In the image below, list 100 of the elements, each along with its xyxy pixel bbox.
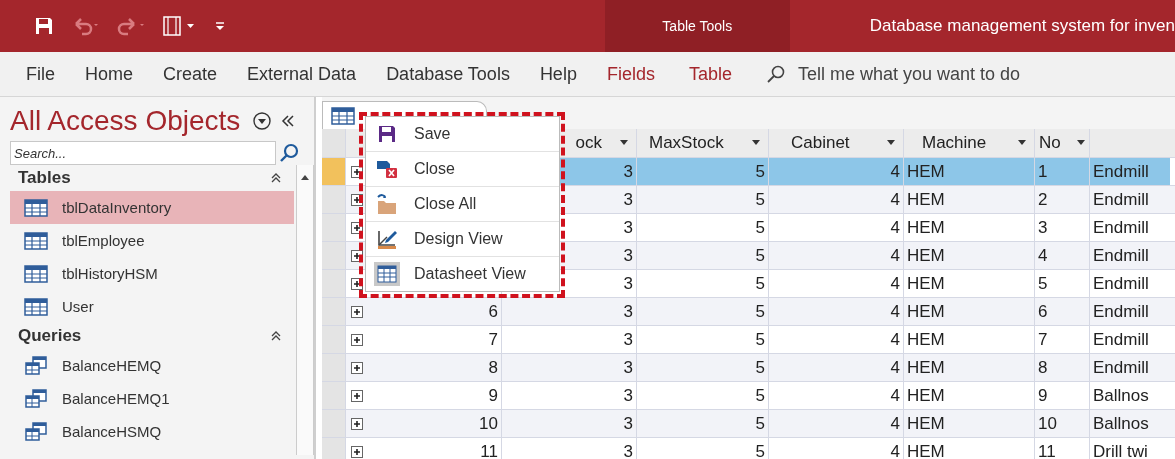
collapse-icon[interactable] xyxy=(270,172,282,184)
table-cell: 3 xyxy=(623,357,633,378)
expand-button[interactable] xyxy=(351,277,363,290)
expand-button[interactable] xyxy=(351,333,363,346)
nav-item[interactable]: User xyxy=(10,290,294,323)
column-header[interactable]: MaxStock xyxy=(637,129,769,157)
expand-button[interactable] xyxy=(351,445,363,458)
scrollbar[interactable] xyxy=(296,165,314,455)
expand-button[interactable] xyxy=(351,165,363,178)
group-header[interactable]: Queries xyxy=(18,326,82,346)
table-cell: 5 xyxy=(755,273,765,294)
table-cell: 5 xyxy=(755,301,765,322)
ribbon-tab[interactable]: Table xyxy=(688,63,732,85)
save-icon[interactable] xyxy=(34,16,54,36)
table-cell: Endmill xyxy=(1093,217,1149,238)
table-cell: 8 xyxy=(1038,357,1048,378)
ribbon-tab[interactable]: Create xyxy=(163,63,218,85)
ribbon-tab[interactable]: Database Tools xyxy=(386,63,510,85)
table-icon xyxy=(24,231,48,250)
table-cell: Ballnos xyxy=(1093,413,1149,434)
expand-button[interactable] xyxy=(351,193,363,206)
table-cell: HEM xyxy=(907,357,945,378)
tell-me-field[interactable]: Tell me what you want to do xyxy=(795,62,1100,86)
table-icon xyxy=(24,297,48,316)
filter-arrow-icon[interactable] xyxy=(1077,140,1085,146)
table-icon xyxy=(24,198,48,217)
ribbon-tab[interactable]: Home xyxy=(85,63,134,85)
menu-item[interactable]: Close xyxy=(366,152,559,187)
table-row[interactable]: 9 3 5 4 HEM 9 Ballnos xyxy=(322,382,1175,410)
expand-button[interactable] xyxy=(351,417,363,430)
table-cell: 3 xyxy=(623,161,633,182)
scroll-up-icon[interactable] xyxy=(300,173,310,181)
nav-item[interactable]: BalanceHSMQ xyxy=(10,415,294,448)
expand-button[interactable] xyxy=(351,361,363,374)
ribbon-tab[interactable]: File xyxy=(26,63,55,85)
expand-button[interactable] xyxy=(351,389,363,402)
expand-button[interactable] xyxy=(351,221,363,234)
nav-item[interactable]: tblEmployee xyxy=(10,224,294,257)
filter-arrow-icon[interactable] xyxy=(887,140,895,146)
table-cell: 4 xyxy=(890,385,900,406)
table-cell: Endmill xyxy=(1093,329,1149,350)
folder-icon xyxy=(376,193,398,215)
nav-item[interactable]: tblHistoryHSM xyxy=(10,257,294,290)
table-cell: Endmill xyxy=(1093,161,1149,182)
save-icon xyxy=(377,124,397,144)
table-cell: 3 xyxy=(1038,217,1048,238)
column-header[interactable]: Cabinet xyxy=(769,129,904,157)
table-cell: HEM xyxy=(907,273,945,294)
table-row[interactable]: 7 3 5 4 HEM 7 Endmill xyxy=(322,326,1175,354)
collapse-icon[interactable] xyxy=(270,330,282,342)
table-cell: 2 xyxy=(1038,189,1048,210)
search-icon xyxy=(278,142,300,164)
search-field[interactable]: Search... xyxy=(10,141,276,165)
filter-arrow-icon[interactable] xyxy=(620,140,628,146)
table-icon xyxy=(331,106,355,125)
expand-button[interactable] xyxy=(351,249,363,262)
table-cell: 5 xyxy=(755,189,765,210)
window-title: Database management system for inven xyxy=(869,16,1175,36)
table-cell: 11 xyxy=(480,441,498,459)
table-cell: 3 xyxy=(623,245,633,266)
table-cell: HEM xyxy=(907,217,945,238)
dropdown-icon[interactable] xyxy=(252,111,273,131)
search-icon[interactable] xyxy=(765,64,786,84)
context-tab-label: Table Tools xyxy=(604,0,790,52)
table-cell: HEM xyxy=(907,301,945,322)
table-cell: 4 xyxy=(890,357,900,378)
query-icon xyxy=(24,421,48,442)
ribbon-tab[interactable]: External Data xyxy=(247,63,357,85)
expand-button[interactable] xyxy=(351,305,363,318)
query-icon xyxy=(24,388,48,409)
table-cell: 3 xyxy=(623,273,633,294)
table-cell: 5 xyxy=(755,329,765,350)
table-row[interactable]: 10 3 5 4 HEM 10 Ballnos xyxy=(322,410,1175,438)
table-row[interactable]: 8 3 5 4 HEM 8 Endmill xyxy=(322,354,1175,382)
menu-item[interactable]: Close All xyxy=(366,187,559,222)
column-header[interactable]: Machine xyxy=(904,129,1035,157)
table-cell: 4 xyxy=(890,189,900,210)
menu-item[interactable]: Save xyxy=(366,117,559,152)
table-cell: Endmill xyxy=(1093,245,1149,266)
ribbon-tab[interactable]: Help xyxy=(539,63,577,85)
ribbon-tab[interactable]: Fields xyxy=(606,63,655,85)
nav-item[interactable]: BalanceHEMQ1 xyxy=(10,382,294,415)
nav-item[interactable]: BalanceHEMQ xyxy=(10,349,294,382)
group-header[interactable]: Tables xyxy=(18,168,71,188)
table-cell: 6 xyxy=(1038,301,1048,322)
table-cell: 5 xyxy=(755,441,765,459)
filter-arrow-icon[interactable] xyxy=(1018,140,1026,146)
nav-item[interactable]: tblDataInventory xyxy=(10,191,294,224)
table-cell: HEM xyxy=(907,189,945,210)
customize-icon[interactable] xyxy=(214,19,226,33)
collapse-pane-icon[interactable] xyxy=(280,114,297,128)
column-header[interactable]: No xyxy=(1035,129,1090,157)
menu-item[interactable]: Design View xyxy=(366,222,559,257)
filter-arrow-icon[interactable] xyxy=(752,140,760,146)
pane-title: All Access Objects xyxy=(10,105,241,137)
table-row[interactable]: 6 3 5 4 HEM 6 Endmill xyxy=(322,298,1175,326)
table-cell: Ballnos xyxy=(1093,385,1149,406)
table-cell: 9 xyxy=(1038,385,1048,406)
redo-icon[interactable] xyxy=(116,16,146,36)
table-cell: 5 xyxy=(755,245,765,266)
